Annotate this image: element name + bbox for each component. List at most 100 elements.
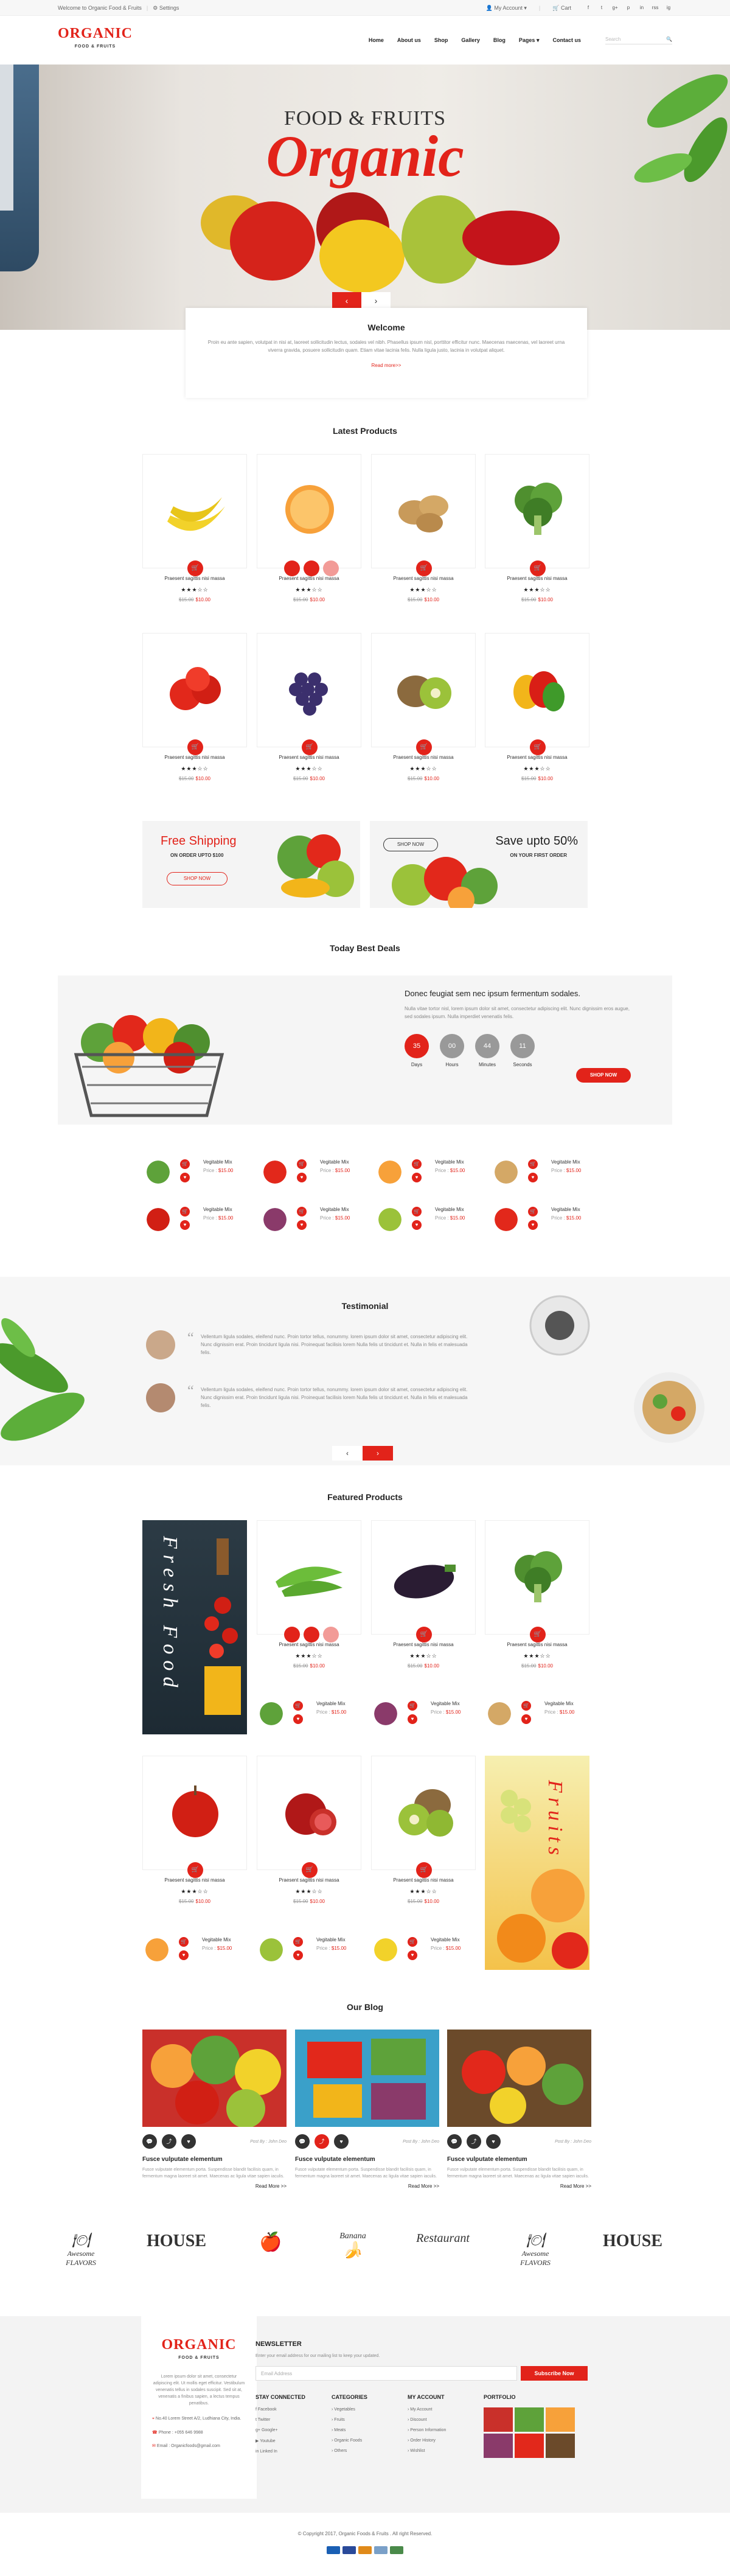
cart-icon[interactable]: 🛒 xyxy=(180,1159,190,1169)
shop-now-button[interactable]: SHOP NOW xyxy=(167,872,228,885)
list-item[interactable]: 🛒 ♥ Vegitable Mix Price : $15.00 xyxy=(492,1202,625,1235)
heart-icon[interactable]: ♥ xyxy=(180,1173,190,1182)
nav-blog[interactable]: Blog xyxy=(493,37,506,44)
nav-home[interactable]: Home xyxy=(369,37,384,44)
list-item[interactable]: 🛒 ♥ Vegitable Mix Price : $15.00 xyxy=(144,1154,277,1188)
deal-shop-now-button[interactable]: SHOP NOW xyxy=(576,1068,631,1083)
footer-link[interactable]: › Organic Foods xyxy=(332,2438,367,2443)
cart-link[interactable]: 🛒 Cart xyxy=(552,5,571,12)
cart-icon[interactable]: 🛒 xyxy=(297,1207,307,1216)
brand-logo[interactable]: 🍽 Awesome FLAVORS xyxy=(508,2232,563,2274)
search-icon[interactable]: 🔍 xyxy=(666,37,672,42)
read-more-link[interactable]: Read More >> xyxy=(142,2183,287,2189)
brand-logo[interactable]: 🍎 xyxy=(249,2232,292,2274)
read-more-link[interactable]: Read more>> xyxy=(204,363,569,368)
product-card[interactable]: 🛒 Praesent sagittis nisi massa ★★★☆☆ $15… xyxy=(142,1756,247,1904)
save-upto-banner[interactable]: SHOP NOW Save upto 50% ON YOUR FIRST ORD… xyxy=(370,821,588,908)
footer-link[interactable]: t Twitter xyxy=(255,2418,305,2422)
nav-shop[interactable]: Shop xyxy=(434,37,448,44)
cart-icon[interactable]: 🛒 xyxy=(187,739,203,755)
nav-contact[interactable]: Contact us xyxy=(552,37,581,44)
product-card[interactable]: Praesent sagittis nisi massa ★★★☆☆ $15.0… xyxy=(257,454,361,602)
blog-post[interactable]: 💬 ⤴ ♥ Post By : John Deo Fusce vulputate el… xyxy=(142,2030,287,2189)
product-card[interactable]: 🛒 Praesent sagittis nisi massa ★★★☆☆ $15… xyxy=(142,633,247,781)
pinterest-icon[interactable]: p xyxy=(625,4,632,12)
nav-pages[interactable]: Pages ▾ xyxy=(519,37,540,44)
footer-link[interactable]: in Linked In xyxy=(255,2449,305,2454)
heart-icon[interactable]: ♥ xyxy=(528,1220,538,1230)
cart-icon[interactable]: 🛒 xyxy=(180,1207,190,1216)
comment-icon[interactable]: 💬 xyxy=(295,2134,310,2149)
cart-icon[interactable]: 🛒 xyxy=(302,1862,318,1878)
cart-icon[interactable] xyxy=(284,1627,300,1642)
share-icon[interactable]: ⤴ xyxy=(315,2134,329,2149)
cart-icon[interactable]: 🛒 xyxy=(416,1627,432,1642)
product-card[interactable]: 🛒 Praesent sagittis nisi massa ★★★☆☆ $15… xyxy=(142,454,247,602)
cart-icon[interactable]: 🛒 xyxy=(187,1862,203,1878)
list-item[interactable]: 🛒 ♥ Vegitable Mix Price : $15.00 xyxy=(492,1154,625,1188)
google-plus-icon[interactable]: g+ xyxy=(611,4,619,12)
footer-link[interactable]: › Vegetables xyxy=(332,2407,367,2412)
cart-icon[interactable]: 🛒 xyxy=(416,1862,432,1878)
portfolio-thumb[interactable] xyxy=(515,2407,544,2432)
compare-icon[interactable] xyxy=(323,1627,339,1642)
cart-icon[interactable]: 🛒 xyxy=(412,1207,422,1216)
account-link[interactable]: 👤 My Account ▾ xyxy=(486,5,527,12)
heart-icon[interactable]: ♥ xyxy=(297,1220,307,1230)
search-input[interactable]: Search 🔍 xyxy=(605,37,672,44)
heart-icon[interactable]: ♥ xyxy=(528,1173,538,1182)
portfolio-thumb[interactable] xyxy=(484,2434,513,2458)
cart-icon[interactable]: 🛒 xyxy=(416,560,432,576)
footer-link[interactable]: › Others xyxy=(332,2449,367,2453)
heart-icon[interactable]: ♥ xyxy=(412,1173,422,1182)
product-card[interactable]: 🛒 Praesent sagittis nisi massa ★★★☆☆ $15… xyxy=(257,1756,361,1904)
list-item[interactable]: 🛒 ♥ Vegitable Mix Price : $15.00 xyxy=(142,1932,276,1966)
product-card[interactable]: 🛒 Praesent sagittis nisi massa ★★★☆☆ $15… xyxy=(485,633,589,781)
subscribe-button[interactable]: Subscribe Now xyxy=(521,2366,588,2381)
cart-icon[interactable]: 🛒 xyxy=(302,739,318,755)
instagram-icon[interactable]: ig xyxy=(665,4,672,12)
facebook-icon[interactable]: f xyxy=(585,4,592,12)
product-card[interactable]: Praesent sagittis nisi massa ★★★☆☆ $15.0… xyxy=(257,1520,361,1669)
cart-icon[interactable]: 🛒 xyxy=(297,1159,307,1169)
heart-icon[interactable]: ♥ xyxy=(334,2134,349,2149)
list-item[interactable]: 🛒 ♥ Vegitable Mix Price : $15.00 xyxy=(485,1696,619,1730)
product-card[interactable]: 🛒 Praesent sagittis nisi massa ★★★☆☆ $15… xyxy=(485,454,589,602)
footer-link[interactable]: ▶ Youtube xyxy=(255,2438,305,2443)
portfolio-thumb[interactable] xyxy=(515,2434,544,2458)
footer-link[interactable]: g+ Google+ xyxy=(255,2428,305,2432)
footer-link[interactable]: › Meats xyxy=(332,2428,367,2432)
portfolio-thumb[interactable] xyxy=(484,2407,513,2432)
list-item[interactable]: 🛒 ♥ Vegitable Mix Price : $15.00 xyxy=(375,1154,509,1188)
brand-logo[interactable]: HOUSE xyxy=(137,2232,216,2274)
heart-icon[interactable]: ♥ xyxy=(297,1173,307,1182)
list-item[interactable]: 🛒 ♥ Vegitable Mix Price : $15.00 xyxy=(260,1202,394,1235)
footer-link[interactable]: f Facebook xyxy=(255,2407,305,2412)
heart-icon[interactable]: ♥ xyxy=(180,1220,190,1230)
list-item[interactable]: 🛒 ♥ Vegitable Mix Price : $15.00 xyxy=(144,1202,277,1235)
product-card[interactable]: 🛒 Praesent sagittis nisi massa ★★★☆☆ $15… xyxy=(371,1520,476,1669)
cart-icon[interactable]: 🛒 xyxy=(416,739,432,755)
heart-icon[interactable]: ♥ xyxy=(181,2134,196,2149)
footer-link[interactable]: › Person Information xyxy=(408,2428,446,2432)
portfolio-thumb[interactable] xyxy=(546,2407,575,2432)
email-field[interactable]: Email Address xyxy=(255,2366,517,2381)
product-card[interactable]: 🛒 Praesent sagittis nisi massa ★★★☆☆ $15… xyxy=(485,1520,589,1669)
testimonial-next-button[interactable]: › xyxy=(363,1446,393,1461)
portfolio-thumb[interactable] xyxy=(546,2434,575,2458)
nav-gallery[interactable]: Gallery xyxy=(461,37,480,44)
settings-link[interactable]: ⚙ Settings xyxy=(153,5,179,12)
cart-icon[interactable]: 🛒 xyxy=(530,739,546,755)
comment-icon[interactable]: 💬 xyxy=(447,2134,462,2149)
blog-post[interactable]: 💬 ⤴ ♥ Post By : John Deo Fusce vulputate el… xyxy=(447,2030,591,2189)
cart-icon[interactable]: 🛒 xyxy=(412,1159,422,1169)
footer-link[interactable]: › Fruits xyxy=(332,2418,367,2422)
heart-icon[interactable]: ♥ xyxy=(412,1220,422,1230)
list-item[interactable]: 🛒 ♥ Vegitable Mix Price : $15.00 xyxy=(375,1202,509,1235)
product-card[interactable]: 🛒 Praesent sagittis nisi massa ★★★☆☆ $15… xyxy=(371,633,476,781)
product-card[interactable]: 🛒 Praesent sagittis nisi massa ★★★☆☆ $15… xyxy=(257,633,361,781)
product-card[interactable]: 🛒 Praesent sagittis nisi massa ★★★☆☆ $15… xyxy=(371,1756,476,1904)
cart-icon[interactable]: 🛒 xyxy=(187,560,203,576)
comment-icon[interactable]: 💬 xyxy=(142,2134,157,2149)
read-more-link[interactable]: Read More >> xyxy=(447,2183,591,2189)
